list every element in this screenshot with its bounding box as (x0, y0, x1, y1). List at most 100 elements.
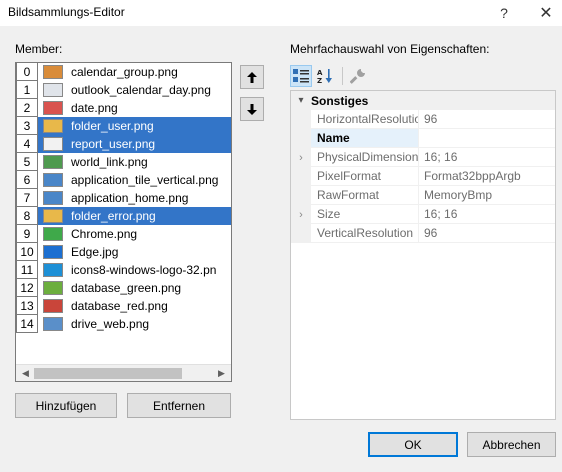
property-value[interactable] (419, 129, 555, 148)
property-value[interactable]: 16; 16 (419, 148, 555, 167)
list-item[interactable]: 12 database_green.png (16, 279, 231, 297)
property-row[interactable]: PixelFormat Format32bppArgb (291, 167, 555, 186)
list-item[interactable]: 11 icons8-windows-logo-32.pn (16, 261, 231, 279)
remove-button[interactable]: Entfernen (127, 393, 231, 418)
image-thumbnail-icon (43, 263, 63, 277)
image-thumbnail-icon (43, 173, 63, 187)
item-index: 3 (16, 117, 38, 135)
image-thumbnail-icon (43, 101, 63, 115)
image-thumbnail-icon (43, 65, 63, 79)
ok-button[interactable]: OK (368, 432, 458, 457)
list-item[interactable]: 1 outlook_calendar_day.png (16, 81, 231, 99)
property-row[interactable]: RawFormat MemoryBmp (291, 186, 555, 205)
property-row[interactable]: HorizontalResolution 96 (291, 110, 555, 129)
item-index: 6 (16, 171, 38, 189)
close-button[interactable]: ✕ (530, 0, 562, 26)
list-item[interactable]: 4 report_user.png (16, 135, 231, 153)
row-gutter (291, 167, 311, 186)
category-sonstiges[interactable]: ▾ Sonstiges (291, 91, 555, 110)
alphabetical-button[interactable]: A Z (314, 65, 336, 87)
scrollbar-thumb[interactable] (34, 368, 182, 379)
item-name: application_tile_vertical.png (71, 173, 219, 187)
window-title: Bildsammlungs-Editor (8, 5, 125, 19)
move-down-button[interactable] (240, 97, 264, 121)
item-name: application_home.png (71, 191, 189, 205)
item-index: 2 (16, 99, 38, 117)
list-item[interactable]: 3 folder_user.png (16, 117, 231, 135)
list-item[interactable]: 2 date.png (16, 99, 231, 117)
property-pages-button[interactable] (347, 65, 369, 87)
item-index: 10 (16, 243, 38, 261)
property-row[interactable]: Name (291, 129, 555, 148)
categorized-icon (293, 69, 309, 83)
list-item[interactable]: 7 application_home.png (16, 189, 231, 207)
list-item[interactable]: 0 calendar_group.png (16, 63, 231, 81)
list-item[interactable]: 10 Edge.jpg (16, 243, 231, 261)
expand-icon[interactable]: › (291, 148, 311, 167)
row-gutter (291, 224, 311, 243)
item-index: 7 (16, 189, 38, 207)
list-item[interactable]: 9 Chrome.png (16, 225, 231, 243)
item-index: 0 (16, 63, 38, 81)
scroll-left-icon[interactable]: ◀ (17, 367, 34, 380)
property-value[interactable]: MemoryBmp (419, 186, 555, 205)
list-item[interactable]: 6 application_tile_vertical.png (16, 171, 231, 189)
property-value[interactable]: Format32bppArgb (419, 167, 555, 186)
categorized-button[interactable] (290, 65, 312, 87)
list-item[interactable]: 5 world_link.png (16, 153, 231, 171)
toolbar-separator (342, 67, 343, 85)
horizontal-scrollbar[interactable]: ◀ ▶ (16, 364, 231, 381)
image-thumbnail-icon (43, 209, 63, 223)
item-name: outlook_calendar_day.png (71, 83, 211, 97)
property-name: VerticalResolution (311, 224, 419, 243)
help-button[interactable]: ? (488, 0, 520, 26)
svg-text:A: A (317, 69, 323, 77)
scroll-right-icon[interactable]: ▶ (213, 367, 230, 380)
property-row[interactable]: › PhysicalDimension 16; 16 (291, 148, 555, 167)
item-index: 1 (16, 81, 38, 99)
item-index: 14 (16, 315, 38, 333)
move-up-button[interactable] (240, 65, 264, 89)
item-name: calendar_group.png (71, 65, 178, 79)
property-pages-icon (350, 69, 365, 84)
property-toolbar: A Z (290, 65, 371, 87)
property-row[interactable]: › Size 16; 16 (291, 205, 555, 224)
cancel-button[interactable]: Abbrechen (467, 432, 556, 457)
item-index: 8 (16, 207, 38, 225)
members-list[interactable]: 0 calendar_group.png 1 outlook_calendar_day… (15, 62, 232, 382)
property-name: PhysicalDimension (311, 148, 419, 167)
row-gutter (291, 186, 311, 205)
image-thumbnail-icon (43, 137, 63, 151)
item-name: Edge.jpg (71, 245, 119, 259)
property-value[interactable]: 96 (419, 110, 555, 129)
image-thumbnail-icon (43, 245, 63, 259)
item-index: 13 (16, 297, 38, 315)
item-index: 12 (16, 279, 38, 297)
property-row[interactable]: VerticalResolution 96 (291, 224, 555, 243)
list-item[interactable]: 14 drive_web.png (16, 315, 231, 333)
item-index: 4 (16, 135, 38, 153)
item-name: folder_user.png (71, 119, 154, 133)
item-name: date.png (71, 101, 118, 115)
image-thumbnail-icon (43, 299, 63, 313)
property-grid[interactable]: ▾ Sonstiges HorizontalResolution 96 Name › P… (290, 90, 556, 420)
item-name: database_red.png (71, 299, 168, 313)
property-name: Name (311, 129, 419, 148)
property-name: PixelFormat (311, 167, 419, 186)
title-bar: Bildsammlungs-Editor ? ✕ (0, 0, 562, 26)
arrow-up-icon (247, 71, 257, 83)
item-name: world_link.png (71, 155, 148, 169)
item-name: folder_error.png (71, 209, 156, 223)
properties-label: Mehrfachauswahl von Eigenschaften: (290, 42, 490, 56)
image-thumbnail-icon (43, 155, 63, 169)
members-label: Member: (15, 42, 63, 56)
collapse-icon[interactable]: ▾ (291, 95, 311, 106)
property-name: HorizontalResolution (311, 110, 419, 129)
list-item[interactable]: 8 folder_error.png (16, 207, 231, 225)
expand-icon[interactable]: › (291, 205, 311, 224)
list-item[interactable]: 13 database_red.png (16, 297, 231, 315)
property-value[interactable]: 16; 16 (419, 205, 555, 224)
add-button[interactable]: Hinzufügen (15, 393, 117, 418)
property-name: Size (311, 205, 419, 224)
property-value[interactable]: 96 (419, 224, 555, 243)
